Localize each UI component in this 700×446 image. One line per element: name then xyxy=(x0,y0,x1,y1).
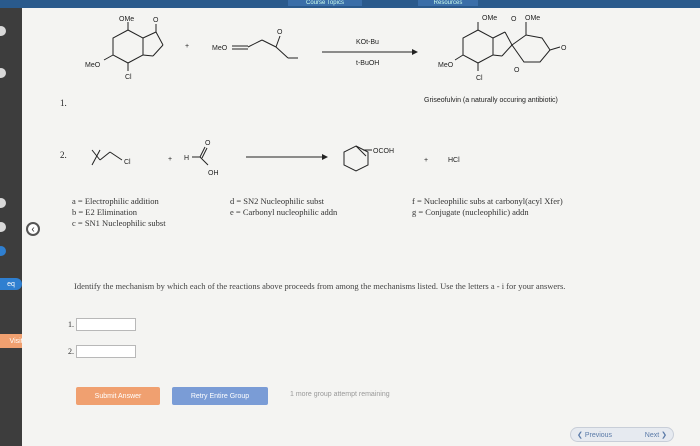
reaction-1-number: 1. xyxy=(60,98,67,108)
product-meo: MeO xyxy=(438,62,454,69)
reactant-1a-structure xyxy=(103,22,164,71)
product-carbonyl-o: O xyxy=(561,45,567,52)
byproduct-hcl: HCl xyxy=(448,157,460,164)
submit-answer-button[interactable]: Submit Answer xyxy=(76,387,160,405)
product-ring-o: O xyxy=(511,16,517,23)
reactant-1b-carbonyl: O xyxy=(277,29,283,36)
reactant-1a-ome: OMe xyxy=(119,16,134,23)
mechanism-f: f = Nucleophilic subs at carbonyl(acyl X… xyxy=(412,196,563,206)
mechanism-c: c = SN1 Nucleophilic subst xyxy=(72,218,166,228)
formic-acid-oh: OH xyxy=(208,170,219,177)
griseofulvin-caption: Griseofulvin (a naturally occuring antib… xyxy=(424,97,558,104)
answer-2-label: 2. xyxy=(68,347,74,356)
reaction-2-number: 2. xyxy=(60,150,67,160)
griseofulvin-structure xyxy=(454,22,561,71)
answer-1-label: 1. xyxy=(68,320,74,329)
next-button[interactable]: Next ❯ xyxy=(645,431,667,439)
mechanism-d: d = SN2 Nucleophilic subst xyxy=(230,196,325,206)
reagent-top: KOt-Bu xyxy=(356,39,379,46)
pager: ❮ Previous Next ❯ xyxy=(570,427,674,442)
mechanism-list-col3: f = Nucleophilic subs at carbonyl(acyl X… xyxy=(412,196,563,218)
reactant-1a-carbonyl: O xyxy=(153,17,159,24)
mechanism-list-col2: d = SN2 Nucleophilic subst e = Carbonyl … xyxy=(230,196,337,218)
mechanism-a: a = Electrophilic addition xyxy=(72,196,159,206)
attempts-remaining: 1 more group attempt remaining xyxy=(290,391,390,398)
alkyl-chloride-structure xyxy=(91,149,123,166)
reactant-1a-cl: Cl xyxy=(125,74,132,81)
reactant-2a-cl: Cl xyxy=(124,159,131,166)
answer-1-input[interactable] xyxy=(76,318,136,331)
product-ome-top-left: OMe xyxy=(482,15,497,22)
reactant-1b-structure xyxy=(232,35,298,59)
reaction-1-plus: + xyxy=(185,43,189,50)
retry-entire-group-button[interactable]: Retry Entire Group xyxy=(172,387,268,405)
reagent-bottom: t-BuOH xyxy=(356,60,379,67)
reaction-2-plus: + xyxy=(168,156,172,163)
formic-acid-o: O xyxy=(205,140,211,147)
question-text: Identify the mechanism by which each of … xyxy=(74,281,566,291)
cyclohexyl-formate-structure xyxy=(343,145,372,172)
arrow-head-icon xyxy=(322,154,328,160)
mechanism-g: g = Conjugate (nucleophilic) addn xyxy=(412,207,529,217)
formic-acid-structure xyxy=(192,146,209,166)
arrow-head-icon xyxy=(412,49,418,55)
app-window: Course Topics Resources eq Visited ‹ OMe… xyxy=(0,0,700,446)
mechanism-list-col1: a = Electrophilic addition b = E2 Elimin… xyxy=(72,196,166,229)
mechanism-e: e = Carbonyl nucleophilic addn xyxy=(230,207,338,217)
reaction-2-plus-2: + xyxy=(424,157,428,164)
product-2-ocoh: OCOH xyxy=(373,148,394,155)
answer-row-2: 2. xyxy=(68,345,136,358)
previous-label: Previous xyxy=(584,431,613,439)
product-ome-top-right: OMe xyxy=(525,15,540,22)
reactant-1a-meo: MeO xyxy=(85,62,101,69)
product-ketone-o: O xyxy=(514,67,520,74)
answer-row-1: 1. xyxy=(68,318,136,331)
reactant-1b-meo: MeO xyxy=(212,45,228,52)
formic-acid-h: H xyxy=(184,155,189,162)
answer-2-input[interactable] xyxy=(76,345,136,358)
previous-button[interactable]: ❮ Previous xyxy=(577,431,612,439)
mechanism-b: b = E2 Elimination xyxy=(72,207,137,217)
next-label: Next xyxy=(644,431,660,439)
product-cl: Cl xyxy=(476,75,483,82)
